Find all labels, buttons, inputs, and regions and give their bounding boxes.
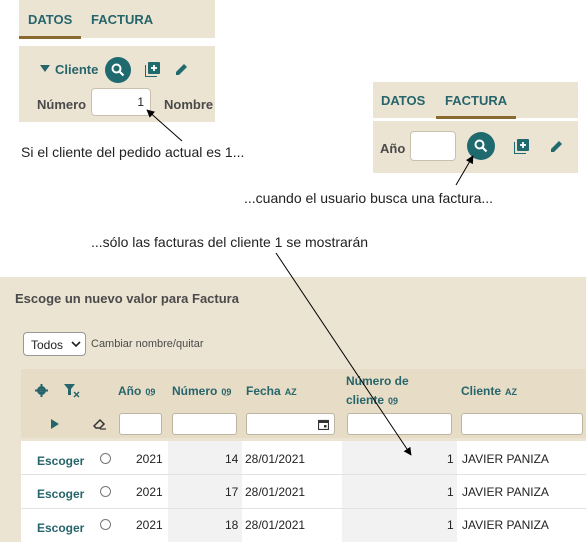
arrow-to-search bbox=[455, 155, 474, 186]
annotation-arrows bbox=[146, 109, 474, 456]
arrow-to-results bbox=[275, 252, 412, 456]
arrow-to-numero bbox=[146, 109, 183, 142]
